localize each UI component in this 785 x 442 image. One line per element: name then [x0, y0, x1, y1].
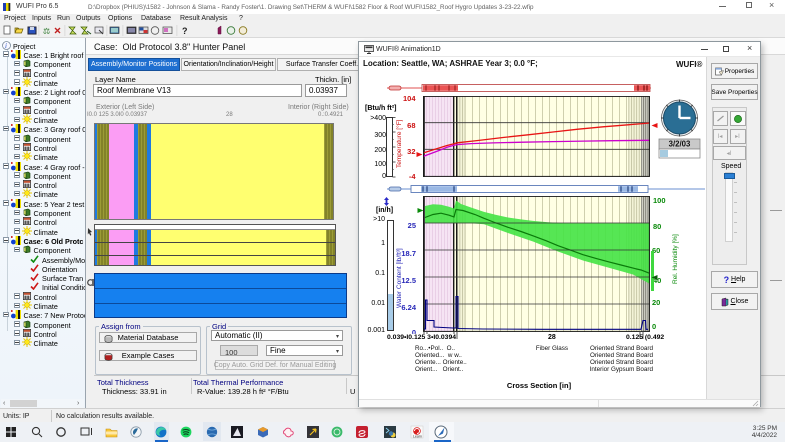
svg-text:⚖: ⚖ [43, 27, 50, 36]
svg-text:i: i [5, 42, 7, 50]
svg-text:?: ? [182, 26, 188, 36]
svg-text:Learn: Learn [413, 435, 422, 439]
svg-text:3/2/03: 3/2/03 [669, 140, 691, 149]
